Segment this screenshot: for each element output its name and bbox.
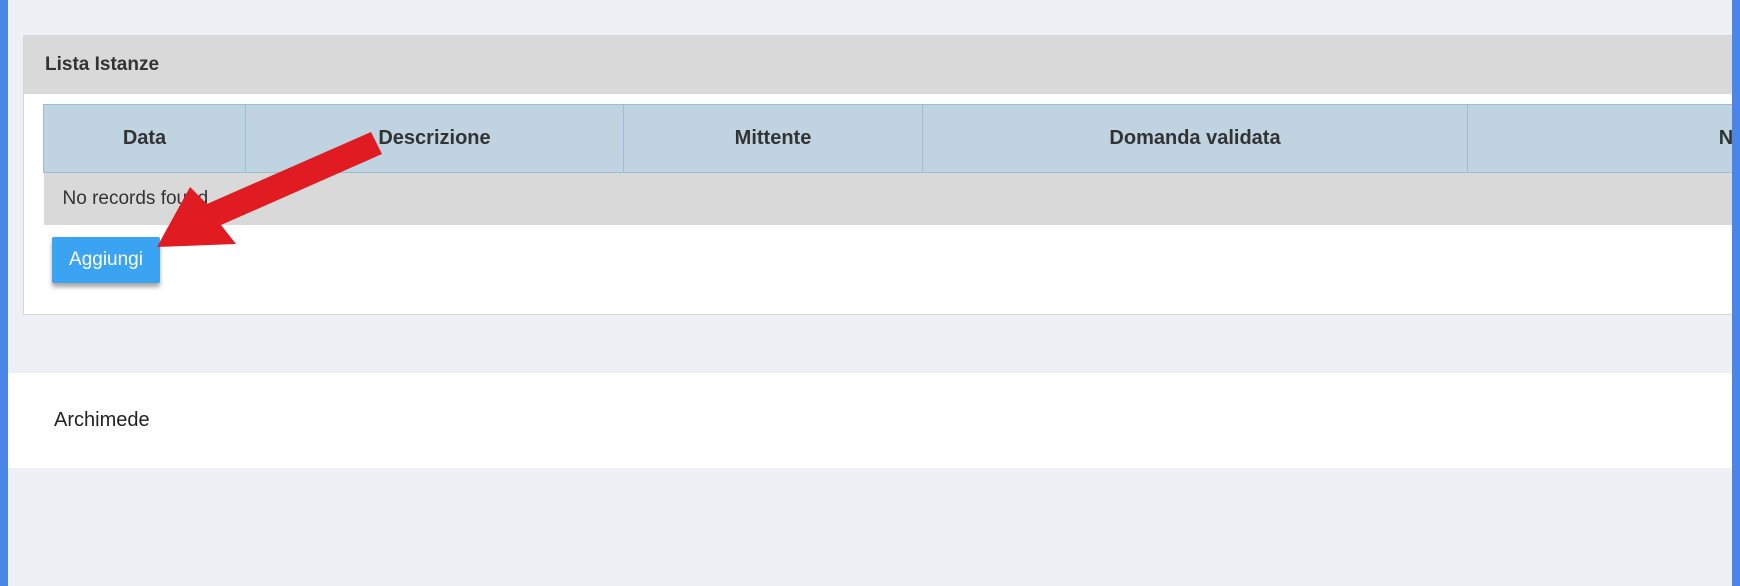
add-button[interactable]: Aggiungi	[52, 237, 160, 283]
table-row: No records found	[43, 172, 1732, 225]
instances-table-wrapper: Data Descrizione Mittente Domanda valida…	[43, 104, 1732, 225]
column-header-data[interactable]: Data	[43, 104, 246, 173]
page-content: Lista Istanze Data Descrizione Mittente …	[8, 0, 1732, 586]
empty-message: No records found	[43, 172, 1732, 225]
footer-text: Archimede	[54, 409, 150, 431]
footer: Archimede	[8, 373, 1732, 468]
instances-table: Data Descrizione Mittente Domanda valida…	[43, 104, 1732, 225]
column-header-descrizione[interactable]: Descrizione	[245, 104, 624, 173]
column-header-domanda-validata[interactable]: Domanda validata	[922, 104, 1468, 173]
instances-panel: Lista Istanze Data Descrizione Mittente …	[23, 35, 1732, 315]
column-header-mittente[interactable]: Mittente	[623, 104, 923, 173]
column-header-note[interactable]: Note d	[1467, 104, 1732, 173]
table-header-row: Data Descrizione Mittente Domanda valida…	[43, 104, 1732, 173]
panel-title: Lista Istanze	[24, 36, 1732, 94]
